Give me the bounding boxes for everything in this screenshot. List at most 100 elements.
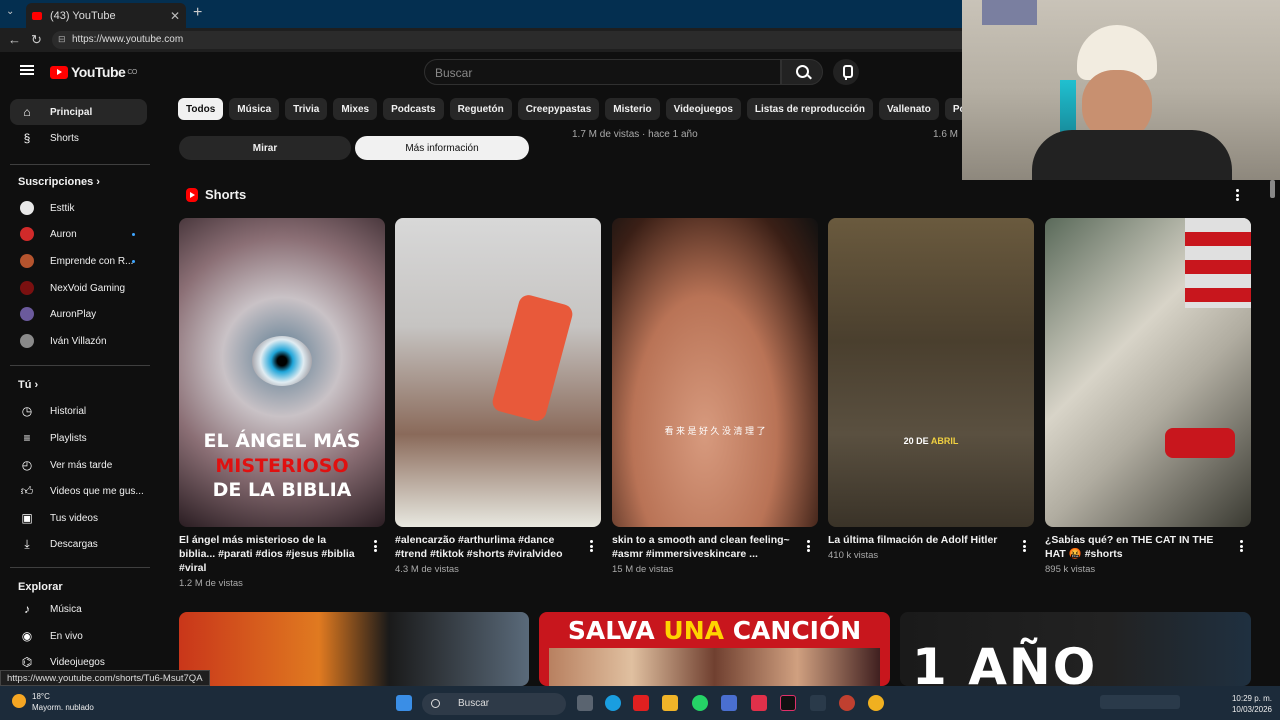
- subscriptions-heading[interactable]: Suscripciones ›: [18, 176, 100, 188]
- app-f-icon[interactable]: [810, 695, 826, 711]
- short-card[interactable]: ¿Sabías qué? en THE CAT IN THE HAT 🤬 #sh…: [1045, 218, 1251, 575]
- short-card[interactable]: EL ÁNGEL MÁS MISTERIOSO DE LA BIBLIA El …: [179, 218, 385, 589]
- windows-start-icon[interactable]: [396, 695, 412, 711]
- chip-creepypastas[interactable]: Creepypastas: [517, 98, 600, 120]
- sidebar-item-shorts[interactable]: § Shorts: [10, 125, 147, 151]
- task-view-icon[interactable]: [577, 695, 593, 711]
- weather-icon: [12, 694, 26, 708]
- app-mic-icon[interactable]: [839, 695, 855, 711]
- video-thumbnail[interactable]: 1 AÑO: [900, 612, 1251, 686]
- explore-heading: Explorar: [18, 581, 63, 593]
- chip-mixes[interactable]: Mixes: [333, 98, 378, 120]
- chip-videojuegos[interactable]: Videojuegos: [665, 98, 741, 120]
- sidebar-item-playlists[interactable]: ≡ Playlists: [10, 425, 147, 451]
- sidebar-item-emprende[interactable]: Emprende con R...: [10, 248, 147, 274]
- short-title[interactable]: skin to a smooth and clean feeling~ #asm…: [612, 533, 818, 561]
- search-input[interactable]: Buscar: [424, 59, 781, 85]
- store-icon[interactable]: [721, 695, 737, 711]
- bow-tie-illustration: [1165, 428, 1235, 458]
- sidebar-item-principal[interactable]: ⌂ Principal: [10, 99, 147, 125]
- sidebar-item-musica[interactable]: ♪ Música: [10, 596, 147, 622]
- tab-list-chevron-icon[interactable]: ⌄: [6, 6, 14, 17]
- sidebar-item-descargas[interactable]: ⤓ Descargas: [10, 531, 147, 557]
- weather-widget[interactable]: 18°C Mayorm. nublado: [8, 691, 94, 713]
- page-scrollbar[interactable]: [1270, 180, 1275, 198]
- chip-regueton[interactable]: Reguetón: [449, 98, 512, 120]
- app-coin-icon[interactable]: [868, 695, 884, 711]
- more-options-icon[interactable]: [1236, 189, 1239, 201]
- video-thumbnail[interactable]: SALVA UNA CANCIÓN: [539, 612, 890, 686]
- close-tab-icon[interactable]: ✕: [170, 9, 180, 23]
- new-content-dot: [132, 259, 135, 263]
- chip-vallenato[interactable]: Vallenato: [878, 98, 939, 120]
- whatsapp-icon[interactable]: [692, 695, 708, 711]
- sidebar-item-historial[interactable]: ◷ Historial: [10, 398, 147, 424]
- short-thumbnail[interactable]: [1045, 218, 1251, 527]
- more-options-icon[interactable]: [1023, 540, 1026, 552]
- chip-todos[interactable]: Todos: [178, 98, 224, 120]
- short-thumbnail[interactable]: 看 来 是 好 久 没 清 理 了: [612, 218, 818, 527]
- watch-button[interactable]: Mirar: [179, 136, 351, 160]
- sidebar-item-liked[interactable]: 👍︎ Videos que me gus...: [10, 478, 147, 504]
- short-title[interactable]: La última filmación de Adolf Hitler: [828, 533, 1034, 547]
- short-title[interactable]: ¿Sabías qué? en THE CAT IN THE HAT 🤬 #sh…: [1045, 533, 1251, 561]
- short-title[interactable]: #alencarzão #arthurlima #dance #trend #t…: [395, 533, 601, 561]
- youtube-logo[interactable]: YouTube CO: [50, 64, 137, 80]
- chip-podcasts[interactable]: Podcasts: [383, 98, 444, 120]
- short-card[interactable]: #alencarzão #arthurlima #dance #trend #t…: [395, 218, 601, 575]
- sidebar-item-ivan[interactable]: Iván Villazón: [10, 328, 147, 354]
- you-heading[interactable]: Tú ›: [18, 379, 38, 391]
- chip-listas[interactable]: Listas de reproducción: [746, 98, 873, 120]
- edge-icon[interactable]: [605, 695, 621, 711]
- more-options-icon[interactable]: [807, 540, 810, 552]
- sidebar-item-ver-mas-tarde[interactable]: ◴ Ver más tarde: [10, 452, 147, 478]
- system-tray[interactable]: [1100, 695, 1180, 709]
- short-thumbnail[interactable]: 20 DE ABRIL: [828, 218, 1034, 527]
- browser-tab[interactable]: (43) YouTube ✕: [26, 3, 186, 28]
- short-thumbnail[interactable]: [395, 218, 601, 527]
- file-explorer-icon[interactable]: [662, 695, 678, 711]
- short-thumbnail[interactable]: EL ÁNGEL MÁS MISTERIOSO DE LA BIBLIA: [179, 218, 385, 527]
- more-options-icon[interactable]: [374, 540, 377, 552]
- sidebar-item-esttik[interactable]: Esttik: [10, 195, 147, 221]
- chip-misterio[interactable]: Misterio: [605, 98, 660, 120]
- search-icon[interactable]: [781, 59, 823, 85]
- back-arrow-icon[interactable]: ←: [8, 32, 21, 47]
- sidebar-item-label: En vivo: [50, 630, 83, 642]
- sidebar-item-tus-videos[interactable]: ▣ Tus videos: [10, 505, 147, 531]
- more-info-button[interactable]: Más información: [355, 136, 529, 160]
- video-meta: 1.7 M de vistas · hace 1 año: [572, 129, 698, 140]
- sidebar-item-label: Playlists: [50, 432, 87, 444]
- short-card[interactable]: 20 DE ABRIL La última filmación de Adolf…: [828, 218, 1034, 561]
- sidebar-item-label: NexVoid Gaming: [50, 282, 126, 294]
- microphone-icon[interactable]: [833, 59, 859, 85]
- sidebar-item-auronplay[interactable]: AuronPlay: [10, 301, 147, 327]
- avatar: [20, 254, 34, 268]
- sidebar-item-auron[interactable]: Auron: [10, 221, 147, 247]
- sidebar-item-en-vivo[interactable]: ◉ En vivo: [10, 623, 147, 649]
- more-options-icon[interactable]: [1240, 540, 1243, 552]
- more-options-icon[interactable]: [590, 540, 593, 552]
- taskbar-clock[interactable]: 10:29 p. m. 10/03/2026: [1222, 693, 1272, 715]
- site-info-icon[interactable]: ⊟: [58, 34, 66, 45]
- video-thumbnail[interactable]: [179, 612, 529, 686]
- youtube-favicon-icon: [32, 11, 42, 20]
- striped-hat-illustration: [1185, 218, 1251, 308]
- app-w-icon[interactable]: [751, 695, 767, 711]
- new-tab-icon[interactable]: +: [193, 4, 202, 22]
- sidebar-item-nexvoid[interactable]: NexVoid Gaming: [10, 275, 147, 301]
- tiktok-icon[interactable]: [780, 695, 796, 711]
- menu-icon[interactable]: [20, 65, 34, 75]
- short-views: 410 k vistas: [828, 550, 879, 561]
- new-content-dot: [132, 232, 135, 236]
- divider: [10, 164, 150, 165]
- youtube-app-icon[interactable]: [633, 695, 649, 711]
- reload-icon[interactable]: ↻: [31, 32, 42, 48]
- url-field[interactable]: ⊟ https://www.youtube.com: [52, 31, 972, 49]
- chip-musica[interactable]: Música: [229, 98, 280, 120]
- short-card[interactable]: 看 来 是 好 久 没 清 理 了 skin to a smooth and c…: [612, 218, 818, 575]
- short-title[interactable]: El ángel más misterioso de la biblia... …: [179, 533, 385, 575]
- divider: [10, 567, 150, 568]
- chip-trivia[interactable]: Trivia: [285, 98, 328, 120]
- taskbar-search[interactable]: Buscar: [422, 693, 566, 715]
